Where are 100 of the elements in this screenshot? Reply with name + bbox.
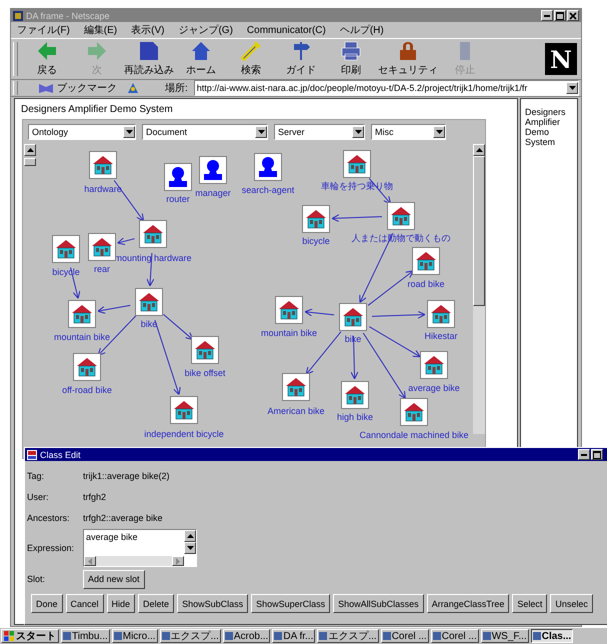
taskbar-button[interactable]: Acrob... (222, 629, 270, 643)
menu-item[interactable]: 表示(V) (131, 23, 164, 37)
house-icon (191, 41, 211, 61)
node-label[interactable]: mountain bike (54, 332, 110, 343)
house-icon[interactable] (89, 151, 117, 179)
toolbar-button[interactable]: 戻る (22, 40, 72, 78)
house-icon[interactable] (412, 247, 440, 275)
caret-icon (258, 130, 264, 134)
node-label[interactable]: American bike (267, 406, 325, 417)
scrollbar[interactable] (473, 144, 485, 434)
expression-field[interactable]: average bike (83, 529, 197, 567)
house-icon[interactable] (170, 396, 198, 424)
taskbar-button[interactable]: Corel ... (380, 629, 429, 643)
location-label: 場所: (165, 82, 188, 95)
side-text: Designers Amplifier Demo System (525, 107, 567, 147)
up-arrow-icon (186, 534, 194, 538)
node-label[interactable]: independent bicycle (144, 429, 224, 440)
bookmarks-button[interactable]: ブックマーク (28, 81, 121, 95)
node-label[interactable]: router (166, 194, 190, 205)
person-icon[interactable] (164, 163, 192, 191)
field-label: Tag: (27, 470, 46, 480)
house-icon[interactable] (139, 220, 167, 248)
node-label[interactable]: Hikestar (424, 331, 458, 342)
house-icon[interactable] (341, 381, 369, 409)
house-icon[interactable] (275, 296, 303, 324)
house-icon[interactable] (387, 202, 415, 230)
taskbar-button[interactable]: DA fr... (272, 629, 316, 643)
add-slot-button[interactable]: Add new slot (83, 570, 145, 588)
house-icon[interactable] (427, 300, 455, 328)
node-label[interactable]: hardware (84, 184, 122, 195)
toolbar-button[interactable]: 再読み込み (122, 40, 176, 78)
person-icon[interactable] (199, 156, 227, 184)
house-icon[interactable] (400, 398, 428, 426)
toolbar-button[interactable]: 検索 (226, 40, 276, 78)
taskbar-button[interactable]: エクスプ... (317, 629, 379, 643)
person-icon[interactable] (254, 153, 282, 181)
node-label[interactable]: high bike (336, 412, 374, 423)
menu-item[interactable]: Communicator(C) (246, 24, 326, 36)
node-label[interactable]: 車輪を持つ乗り物 (321, 181, 393, 192)
node-label[interactable]: bicycle (302, 236, 330, 247)
action-button[interactable]: ShowSuperClass (251, 594, 330, 613)
action-button[interactable]: Select (512, 594, 548, 613)
app-icon (224, 632, 233, 640)
taskbar-button[interactable]: WS_F... (480, 629, 529, 643)
house-icon[interactable] (191, 336, 219, 364)
url-field[interactable]: http://ai-www.aist-nara.ac.jp/doc/people/motoyu-t/DA-5.2/project/trijk1/home/trijk1/fr (194, 80, 579, 96)
action-button[interactable]: Unselec (550, 594, 593, 613)
taskbar-button[interactable]: エクスプ... (160, 629, 221, 643)
window-title: Class Edit (40, 450, 81, 460)
node-label[interactable]: off-road bike (62, 385, 112, 396)
action-button[interactable]: Cancel (66, 594, 104, 613)
taskbar-button[interactable]: Micro... (112, 629, 158, 643)
action-button[interactable]: ArrangeClassTree (426, 594, 510, 613)
start-button[interactable]: スタート (1, 629, 59, 643)
windows-logo-icon (4, 631, 14, 641)
action-button[interactable]: Delete (138, 594, 174, 613)
taskbar-button[interactable]: Clas... (530, 629, 574, 643)
left-arrow-icon (88, 558, 92, 564)
action-button[interactable]: Hide (106, 594, 136, 613)
node-label[interactable]: rear (94, 264, 110, 275)
menu-item[interactable]: ジャンプ(G) (178, 23, 233, 37)
house-icon[interactable] (68, 300, 96, 328)
house-icon[interactable] (282, 373, 310, 401)
house-icon[interactable] (52, 235, 80, 263)
node-label[interactable]: road bike (407, 279, 445, 290)
dropdown[interactable]: Misc (371, 124, 446, 140)
menu-item[interactable]: ファイル(F) (17, 23, 70, 37)
action-button[interactable]: ShowAllSubClasses (333, 594, 424, 613)
toolbar-button[interactable]: セキュリティ (376, 40, 440, 78)
node-label[interactable]: bike offset (184, 368, 226, 379)
node-label[interactable]: manager (195, 188, 231, 199)
dropdown[interactable]: Server (274, 124, 365, 140)
house-icon[interactable] (135, 288, 163, 316)
house-icon[interactable] (73, 353, 101, 381)
action-button[interactable]: Done (31, 594, 63, 613)
dropdown[interactable]: Document (142, 124, 268, 140)
node-label[interactable]: average bike (408, 383, 460, 394)
app-icon (382, 632, 391, 640)
menu-item[interactable]: 編集(E) (84, 23, 118, 37)
taskbar-button[interactable]: Corel ... (430, 629, 479, 643)
node-label[interactable]: mountain bike (260, 328, 318, 339)
maximize-button[interactable] (554, 10, 566, 21)
minimize-button[interactable] (541, 10, 553, 21)
taskbar-button[interactable]: Timbu... (61, 629, 110, 643)
close-button[interactable] (567, 10, 579, 21)
house-icon[interactable] (302, 205, 330, 233)
toolbar-button[interactable]: ホーム (176, 40, 226, 78)
node-label[interactable]: Cannondale machined bike (359, 430, 469, 441)
toolbar-button[interactable]: 印刷 (326, 40, 376, 78)
maximize-button[interactable] (591, 449, 603, 460)
dropdown[interactable]: Ontology (28, 124, 136, 140)
node-label[interactable]: search-agent (242, 185, 294, 196)
action-button[interactable]: ShowSubClass (177, 594, 248, 613)
house-icon[interactable] (420, 351, 448, 379)
house-icon[interactable] (88, 233, 116, 261)
menu-item[interactable]: ヘルプ(H) (340, 23, 384, 37)
minimize-button[interactable] (578, 449, 590, 460)
house-icon[interactable] (339, 303, 367, 331)
toolbar-button[interactable]: ガイド (276, 40, 326, 78)
house-icon[interactable] (343, 150, 371, 178)
